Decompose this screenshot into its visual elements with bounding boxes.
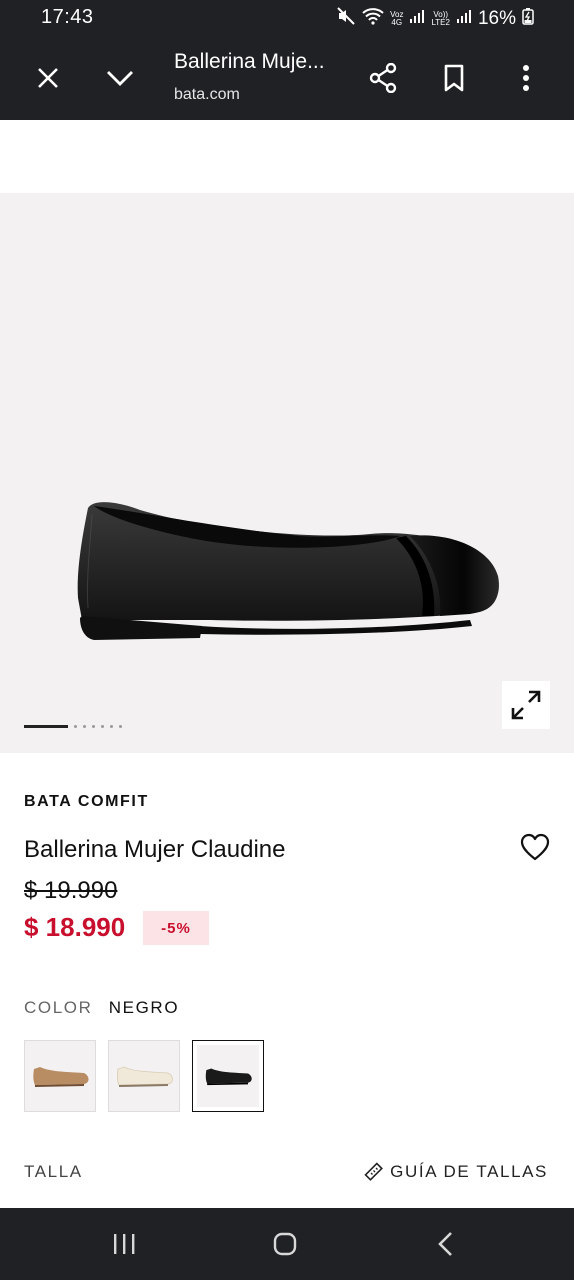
pagination-dot[interactable] [101,725,104,728]
ruler-icon [364,1162,384,1181]
color-value: NEGRO [108,998,180,1017]
chevron-down-icon[interactable] [100,58,140,98]
color-label: COLOR [24,998,93,1017]
discount-badge: -5% [143,911,209,945]
pagination-dot[interactable] [119,725,122,728]
size-guide-label[interactable]: GUÍA DE TALLAS [390,1162,548,1182]
swatch-cream[interactable] [108,1040,180,1112]
battery-charging-icon [522,7,534,31]
bookmark-icon[interactable] [434,58,474,98]
gallery-pagination[interactable] [24,725,122,728]
close-icon[interactable] [28,58,68,98]
mute-icon [336,6,356,32]
battery-percent: 16% [477,8,516,29]
pagination-dot[interactable] [83,725,86,728]
browser-toolbar: Ballerina Muje... bata.com [0,36,574,120]
expand-icon [511,690,541,720]
pagination-dot[interactable] [74,725,77,728]
expand-image-button[interactable] [502,681,550,729]
home-icon[interactable] [265,1226,305,1262]
status-icons: Voz 4G Vo)) LTE2 16% [336,6,534,32]
share-icon[interactable] [363,58,403,98]
size-guide-link[interactable]: GUÍA DE TALLAS [364,1162,548,1182]
recent-apps-icon[interactable] [104,1226,144,1262]
swatch-black[interactable] [192,1040,264,1112]
wifi-icon [362,7,384,31]
signal-icon-1 [409,8,425,30]
pagination-dot[interactable] [110,725,113,728]
status-time: 17:43 [41,6,94,28]
wishlist-heart-icon[interactable] [520,833,550,866]
color-row: COLOR NEGRO [24,998,179,1018]
pagination-active[interactable] [24,725,68,728]
back-icon[interactable] [426,1226,466,1262]
product-brand[interactable]: BATA COMFIT [24,793,149,811]
status-bar: 17:43 Voz 4G Vo)) LTE2 16% [0,0,574,36]
page-url[interactable]: bata.com [174,86,240,104]
swatch-black-image [197,1045,259,1107]
sale-price: $ 18.990 [24,912,126,942]
signal-icon-2 [456,8,472,30]
product-name: Ballerina Mujer Claudine [24,836,286,863]
page-title[interactable]: Ballerina Muje... [174,50,325,74]
original-price: $ 19.990 [24,877,118,904]
product-image-shoe [77,502,499,640]
page-spacer [0,120,574,193]
more-vert-icon[interactable] [506,58,546,98]
product-gallery[interactable] [0,193,574,753]
voz-4g-label: Voz 4G [390,10,404,27]
volte-label: Vo)) LTE2 [431,10,450,27]
size-label: TALLA [24,1162,83,1181]
swatch-tan[interactable] [24,1040,96,1112]
color-swatches [24,1040,264,1112]
pagination-dot[interactable] [92,725,95,728]
android-nav-bar [0,1208,574,1280]
